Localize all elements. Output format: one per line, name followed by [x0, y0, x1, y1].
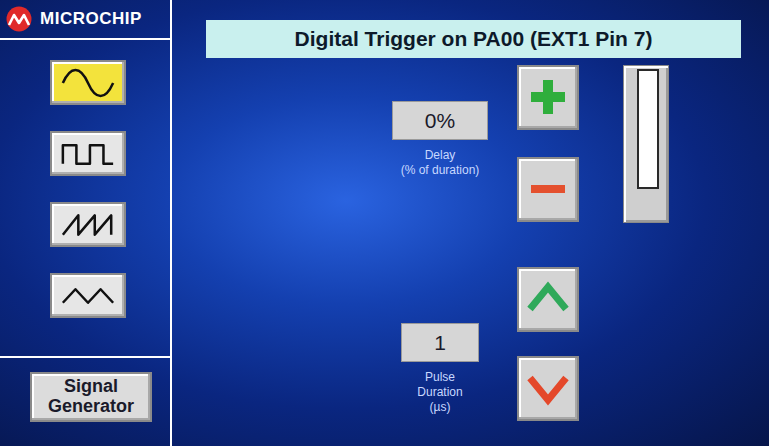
- main-panel: Digital Trigger on PA00 (EXT1 Pin 7) 0% …: [172, 0, 769, 446]
- delay-slider[interactable]: [623, 65, 669, 223]
- step-buttons: [517, 65, 579, 426]
- button-line: Generator: [48, 397, 134, 417]
- delay-minus-button[interactable]: [517, 157, 579, 222]
- mode-area: Signal Generator: [0, 356, 170, 446]
- chevron-up-icon: [526, 277, 570, 321]
- slider-knob[interactable]: [637, 69, 659, 189]
- screen: MICROCHIP Signal Generator Digital Trigg…: [0, 0, 769, 446]
- square-wave-icon: [59, 139, 117, 169]
- pulse-value: 1: [401, 323, 479, 363]
- label-line: Duration: [417, 385, 462, 400]
- delay-plus-button[interactable]: [517, 65, 579, 130]
- button-line: Signal: [64, 377, 118, 397]
- logo: MICROCHIP: [0, 0, 170, 40]
- sidebar: MICROCHIP Signal Generator: [0, 0, 172, 446]
- logo-text: MICROCHIP: [40, 6, 142, 32]
- waveform-button[interactable]: [50, 202, 126, 247]
- label-line: Delay: [401, 148, 480, 163]
- label-line: Pulse: [417, 370, 462, 385]
- pulse-label: Pulse Duration (µs): [417, 370, 462, 415]
- delay-section: 0% Delay (% of duration): [365, 65, 515, 223]
- sawtooth-wave-icon: [59, 210, 117, 240]
- sine-wave-icon: [59, 68, 117, 98]
- slider-column: [623, 65, 669, 426]
- plus-icon: [526, 75, 570, 119]
- waveform-button[interactable]: [50, 60, 126, 105]
- label-line: (µs): [417, 400, 462, 415]
- label-line: (% of duration): [401, 163, 480, 178]
- waveform-button[interactable]: [50, 131, 126, 176]
- delay-label: Delay (% of duration): [401, 148, 480, 178]
- pulse-down-button[interactable]: [517, 356, 579, 421]
- waveform-list: [0, 40, 170, 356]
- microchip-logo-icon: [6, 6, 32, 32]
- pulse-up-button[interactable]: [517, 267, 579, 332]
- waveform-button[interactable]: [50, 273, 126, 318]
- readouts: 0% Delay (% of duration) 1 Pulse Duratio…: [365, 65, 515, 426]
- pulse-section: 1 Pulse Duration (µs): [365, 268, 515, 426]
- triangle-wave-icon: [59, 281, 117, 311]
- delay-value: 0%: [392, 101, 488, 141]
- signal-generator-button[interactable]: Signal Generator: [30, 372, 152, 422]
- minus-icon: [526, 167, 570, 211]
- controls: 0% Delay (% of duration) 1 Pulse Duratio…: [172, 58, 769, 426]
- title: Digital Trigger on PA00 (EXT1 Pin 7): [206, 20, 741, 58]
- chevron-down-icon: [526, 366, 570, 410]
